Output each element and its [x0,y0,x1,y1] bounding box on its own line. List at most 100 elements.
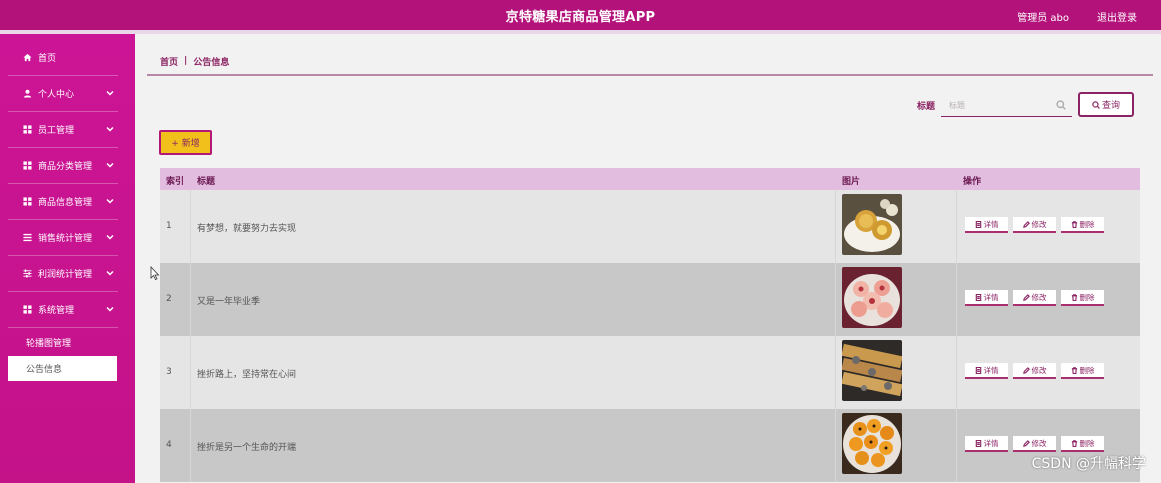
sidebar-item-label: 首页 [38,54,57,64]
trash-icon [1071,293,1077,301]
column-divider [190,336,191,409]
pencil-icon [1022,293,1030,301]
row-image-egg-yolk-pastry [842,413,902,474]
column-divider [956,409,957,482]
column-divider [835,190,836,263]
sidebar-item-personal-center[interactable]: 个人中心 [8,76,118,112]
sidebar-item-product-info[interactable]: 商品信息管理 [8,184,118,220]
sidebar-item-label: 个人中心 [38,90,75,100]
chevron-down-icon [106,269,114,277]
table-row: 3 挫折路上，坚持常在心间 详情 修改 删除 [160,336,1140,409]
grid-icon [22,161,32,171]
row-image-tart [842,194,902,255]
watermark: CSDN @升幅科学 [1031,456,1146,472]
detail-button-label: 详情 [983,365,999,375]
grid-icon [22,305,32,315]
edit-button[interactable]: 修改 [1013,290,1056,306]
search-icon [1092,100,1100,109]
sidebar-item-label: 员工管理 [38,126,75,136]
edit-button[interactable]: 修改 [1013,436,1056,452]
trash-icon [1071,220,1077,228]
list-icon [22,233,32,243]
delete-button[interactable]: 删除 [1061,436,1104,452]
add-button[interactable]: + 新增 [159,130,212,155]
query-button[interactable]: 查询 [1078,92,1134,117]
user-icon [22,89,32,99]
chevron-down-icon [106,125,114,133]
header-image: 图片 [842,177,861,187]
document-icon [975,366,981,374]
row-index: 2 [166,294,172,304]
breadcrumb-home-link[interactable]: 首页 [160,55,178,68]
row-index: 3 [166,367,172,377]
column-divider [190,263,191,336]
search-field [941,95,1072,117]
row-image-peach-buns [842,267,902,328]
detail-button[interactable]: 详情 [965,217,1008,233]
home-icon [22,53,32,63]
grid-icon [22,125,32,135]
header-index: 索引 [166,177,185,187]
chevron-down-icon [106,233,114,241]
sidebar-item-sales-stats[interactable]: 销售统计管理 [8,220,118,256]
grid-icon [22,197,32,207]
row-index: 1 [166,221,172,231]
sidebar-item-label: 利润统计管理 [38,270,93,280]
row-title: 又是一年毕业季 [197,297,261,307]
breadcrumb: 首页 | 公告信息 [147,48,1153,76]
row-actions: 详情 修改 删除 [965,436,1104,452]
pencil-icon [1022,366,1030,374]
row-actions: 详情 修改 删除 [965,363,1104,379]
sliders-icon [22,269,32,279]
detail-button-label: 详情 [983,219,999,229]
detail-button-label: 详情 [983,292,999,302]
search-icon [1056,100,1066,110]
row-title: 有梦想，就要努力去实现 [197,224,297,234]
table-row: 2 又是一年毕业季 详情 修改 删除 [160,263,1140,336]
column-divider [956,190,957,263]
sidebar-subitem-carousel[interactable]: 轮播图管理 [8,330,117,355]
row-image-egg-rolls [842,340,902,401]
sidebar-item-category[interactable]: 商品分类管理 [8,148,118,184]
pencil-icon [1022,439,1030,447]
header-title: 标题 [197,177,216,187]
row-actions: 详情 修改 删除 [965,290,1104,306]
sidebar-item-profit-stats[interactable]: 利润统计管理 [8,256,118,292]
query-button-label: 查询 [1101,101,1120,111]
delete-button-label: 删除 [1079,219,1095,229]
edit-button[interactable]: 修改 [1013,217,1056,233]
delete-button-label: 删除 [1079,292,1095,302]
sidebar-item-staff[interactable]: 员工管理 [8,112,118,148]
sidebar-item-home[interactable]: 首页 [8,40,118,76]
app-title: 京特糖果店商品管理APP [505,10,656,25]
current-user-label: 管理员 abo [1017,13,1069,24]
logout-link[interactable]: 退出登录 [1097,9,1137,24]
top-bar: 京特糖果店商品管理APP 管理员 abo 退出登录 [0,0,1161,30]
row-title: 挫折路上，坚持常在心间 [197,370,297,380]
delete-button[interactable]: 删除 [1061,363,1104,379]
column-divider [190,409,191,482]
detail-button[interactable]: 详情 [965,290,1008,306]
delete-button[interactable]: 删除 [1061,290,1104,306]
search-label: 标题 [917,102,936,112]
chevron-down-icon [106,89,114,97]
detail-button[interactable]: 详情 [965,363,1008,379]
column-divider [835,263,836,336]
edit-button-label: 修改 [1031,438,1047,448]
top-divider [0,30,1161,34]
table-row: 4 挫折是另一个生命的开端 详情 修改 删除 [160,409,1140,482]
document-icon [975,220,981,228]
document-icon [975,293,981,301]
sidebar-item-system[interactable]: 系统管理 [8,292,118,328]
sidebar-subitem-announcements[interactable]: 公告信息 [8,356,117,381]
column-divider [190,190,191,263]
detail-button-label: 详情 [983,438,999,448]
delete-button[interactable]: 删除 [1061,217,1104,233]
column-divider [835,336,836,409]
table-header: 索引 标题 图片 操作 [160,168,1140,190]
detail-button[interactable]: 详情 [965,436,1008,452]
chevron-down-icon [106,197,114,205]
search-input[interactable] [941,95,1051,115]
sidebar-item-label: 销售统计管理 [38,234,93,244]
edit-button[interactable]: 修改 [1013,363,1056,379]
